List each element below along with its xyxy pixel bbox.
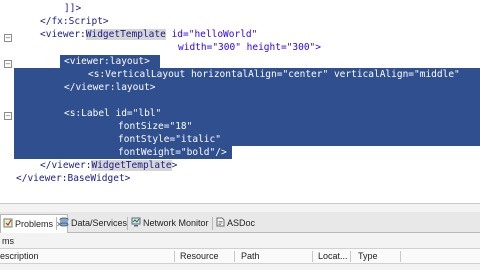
code-text: </viewer:layout> <box>64 82 156 93</box>
problems-count: ms <box>2 236 14 246</box>
column-divider[interactable] <box>234 251 235 262</box>
code-line-selected[interactable]: fontStyle="italic" <box>0 133 480 146</box>
column-divider[interactable] <box>350 251 351 262</box>
column-divider[interactable] <box>400 251 401 262</box>
code-line[interactable]: </viewer:BaseWidget> <box>0 172 480 185</box>
asdoc-icon <box>215 215 225 227</box>
code-line[interactable]: </fx:Script> <box>0 15 480 28</box>
code-text: <viewer:WidgetTemplate id="helloWorld" <box>40 28 257 41</box>
tab-asdoc[interactable]: ASDoc <box>215 214 255 233</box>
panel-tab-bar: Problems ✕ Data/Services Network Monitor … <box>0 212 480 233</box>
tab-divider <box>127 217 128 230</box>
selection-highlight <box>14 120 480 133</box>
code-line-selected[interactable] <box>0 94 480 107</box>
code-text: width="300" height="300"> <box>178 42 321 53</box>
column-header-description[interactable]: escription <box>0 249 39 264</box>
occurrence-highlight: WidgetTemplate <box>91 160 172 171</box>
code-text: <s:VerticalLayout horizontalAlign="cente… <box>88 69 460 80</box>
code-line[interactable]: ]]> <box>0 2 480 15</box>
code-tag-prefix: </viewer: <box>40 160 92 171</box>
code-line-selected[interactable]: <s:VerticalLayout horizontalAlign="cente… <box>0 68 480 81</box>
problems-icon <box>3 216 13 228</box>
network-monitor-icon <box>131 215 141 227</box>
column-header-location[interactable]: Locat... <box>318 249 348 264</box>
column-header-path[interactable]: Path <box>241 249 260 264</box>
code-text: </viewer:WidgetTemplate> <box>40 159 177 172</box>
code-line[interactable]: </viewer:WidgetTemplate> <box>0 159 480 172</box>
code-text: <s:Label id="lbl" <box>64 108 162 119</box>
code-editor[interactable]: − − − ]]> </fx:Script> <viewer:WidgetTem… <box>0 0 480 203</box>
code-line[interactable]: width="300" height="300"> <box>0 41 480 54</box>
selection-highlight <box>14 94 480 107</box>
code-text: ]]> <box>64 3 82 14</box>
tab-divider <box>56 217 57 230</box>
tab-label: Network Monitor <box>143 218 209 228</box>
column-divider[interactable] <box>174 251 175 262</box>
column-divider[interactable] <box>312 251 313 262</box>
tab-label: ASDoc <box>227 218 256 228</box>
code-text: fontSize="18" <box>118 121 193 132</box>
column-header-type[interactable]: Type <box>358 249 378 264</box>
data-services-icon <box>59 215 69 227</box>
bottom-panel: Problems ✕ Data/Services Network Monitor … <box>0 203 480 270</box>
occurrence-highlight: WidgetTemplate <box>85 29 166 40</box>
code-text: fontStyle="italic" <box>118 134 221 145</box>
code-line[interactable]: <viewer:WidgetTemplate id="helloWorld" <box>0 28 480 41</box>
selection-highlight <box>14 133 480 146</box>
code-tag-prefix: <viewer: <box>40 29 86 40</box>
tab-label: Problems <box>15 219 54 229</box>
code-text: <viewer:layout> <box>64 56 150 67</box>
table-header: escription Resource Path Locat... Type <box>0 248 480 264</box>
tab-divider <box>212 217 213 230</box>
code-attr: id="helloWorld" <box>165 29 258 40</box>
code-text: fontWeight="bold"/> <box>118 147 227 158</box>
code-line-selected[interactable]: <s:Label id="lbl" <box>0 107 480 120</box>
code-line-selected[interactable]: fontWeight="bold"/> <box>0 146 480 159</box>
tab-data-services[interactable]: Data/Services <box>59 214 127 233</box>
code-text: </fx:Script> <box>40 16 109 27</box>
column-header-resource[interactable]: Resource <box>180 249 219 264</box>
code-text: </viewer:BaseWidget> <box>16 173 131 184</box>
code-line-selected[interactable]: fontSize="18" <box>0 120 480 133</box>
code-line-selected[interactable]: <viewer:layout> <box>0 55 480 68</box>
tab-label: Data/Services <box>71 218 128 228</box>
code-tag-suffix: > <box>171 160 178 171</box>
tab-problems[interactable]: Problems ✕ <box>0 214 68 233</box>
code-line-selected[interactable]: </viewer:layout> <box>0 81 480 94</box>
tab-network-monitor[interactable]: Network Monitor <box>131 214 209 233</box>
